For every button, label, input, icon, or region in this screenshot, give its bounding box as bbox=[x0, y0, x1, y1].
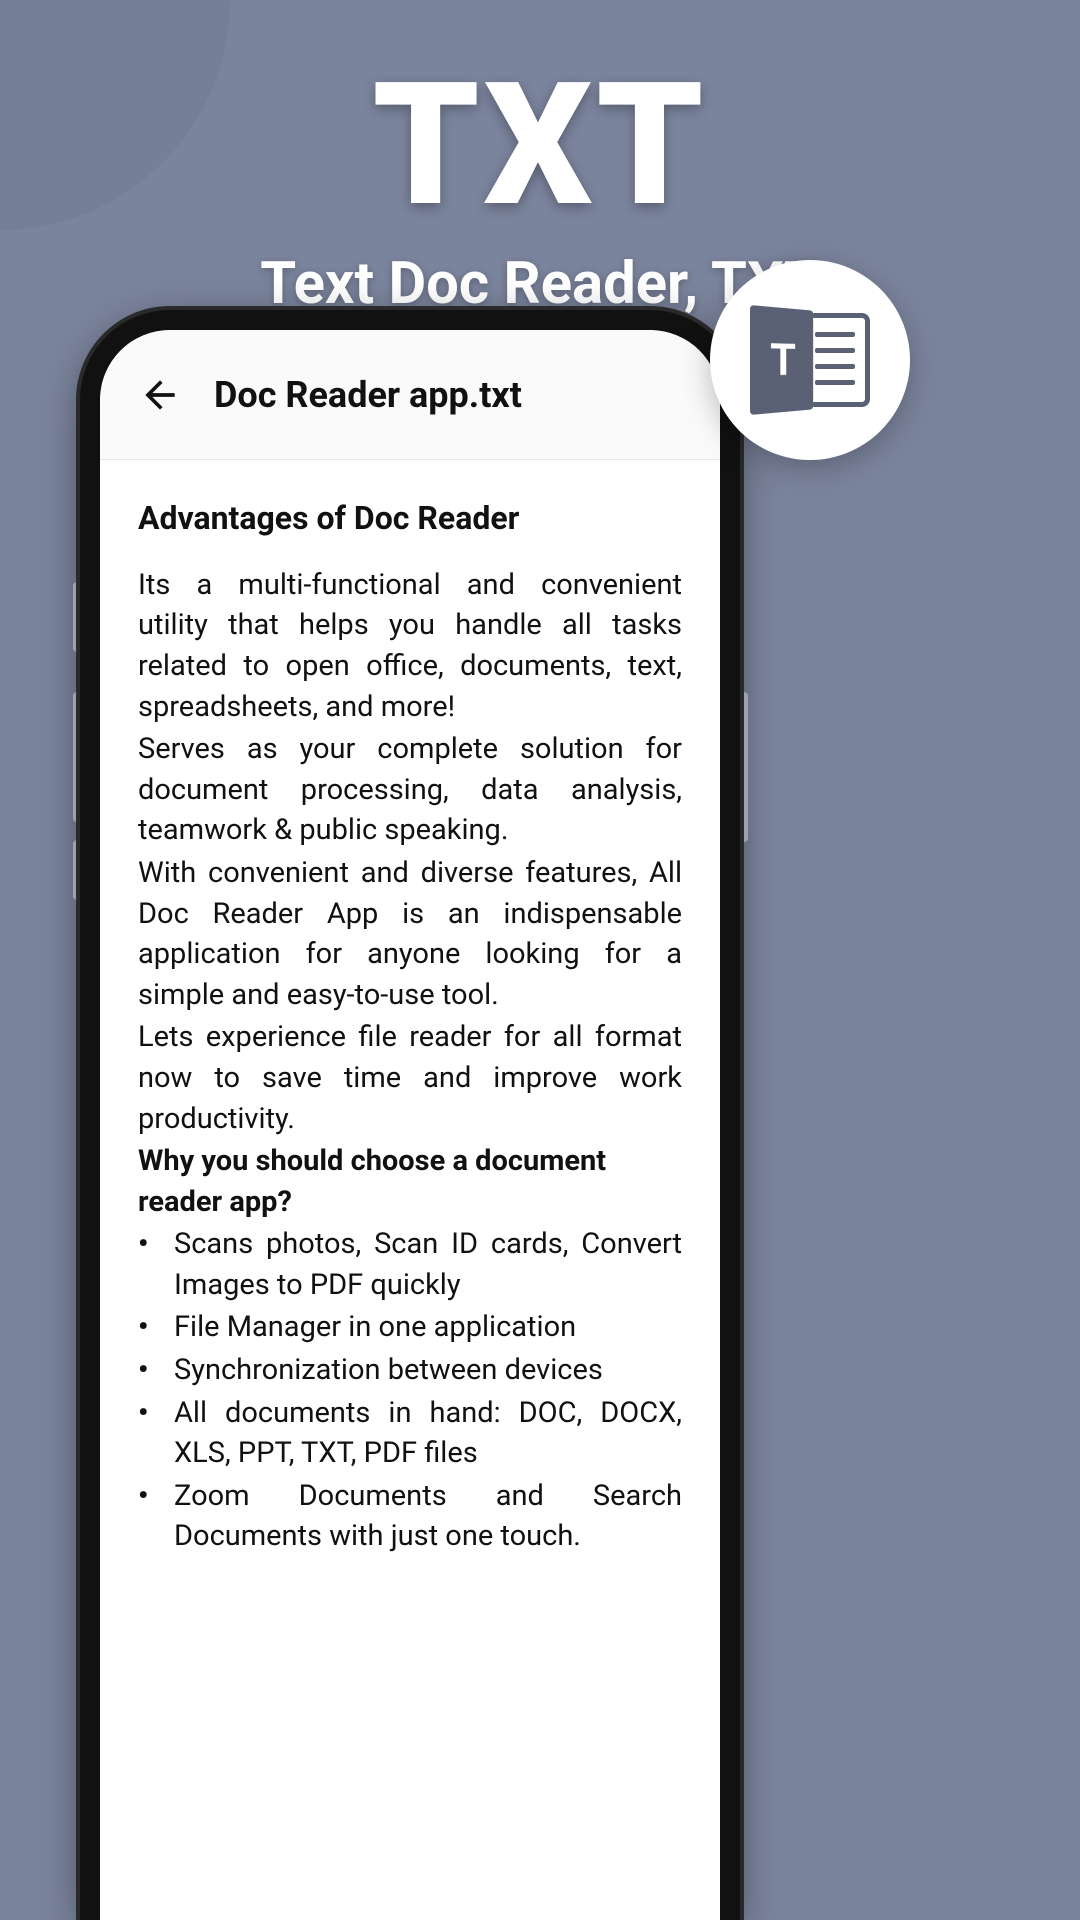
doc-bullet-item: Scans photos, Scan ID cards, Convert Ima… bbox=[138, 1224, 682, 1305]
doc-heading: Advantages of Doc Reader bbox=[138, 496, 682, 541]
doc-bullet-item: All documents in hand: DOC, DOCX, XLS, P… bbox=[138, 1393, 682, 1474]
phone-frame: Doc Reader app.txt Advantages of Doc Rea… bbox=[80, 310, 740, 1920]
doc-subheading: Why you should choose a document reader … bbox=[138, 1141, 682, 1222]
phone-screen: Doc Reader app.txt Advantages of Doc Rea… bbox=[100, 330, 720, 1920]
promo-subtitle: Text Doc Reader, TXT bbox=[0, 250, 1080, 318]
doc-bullet-item: Zoom Documents and Search Documents with… bbox=[138, 1476, 682, 1557]
app-badge-icon: T bbox=[750, 305, 870, 415]
doc-bullet-item: File Manager in one application bbox=[138, 1307, 682, 1348]
book-icon: T bbox=[750, 305, 813, 415]
line-icon bbox=[815, 348, 855, 353]
doc-paragraph: Serves as your complete solution for doc… bbox=[138, 729, 682, 851]
doc-paragraph: Lets experience file reader for all form… bbox=[138, 1017, 682, 1139]
line-icon bbox=[815, 364, 855, 369]
doc-paragraph: With convenient and diverse features, Al… bbox=[138, 853, 682, 1015]
app-badge: T bbox=[710, 260, 910, 460]
document-content[interactable]: Advantages of Doc Reader Its a multi-fun… bbox=[100, 460, 720, 1557]
doc-bullet-list: Scans photos, Scan ID cards, Convert Ima… bbox=[138, 1224, 682, 1557]
back-button[interactable] bbox=[130, 365, 190, 425]
app-header: Doc Reader app.txt bbox=[100, 330, 720, 460]
arrow-left-icon bbox=[138, 373, 182, 417]
badge-letter: T bbox=[771, 333, 796, 386]
doc-paragraph: Its a multi-functional and convenient ut… bbox=[138, 565, 682, 727]
line-icon bbox=[815, 380, 855, 385]
line-icon bbox=[815, 332, 855, 337]
doc-bullet-item: Synchronization between devices bbox=[138, 1350, 682, 1391]
promo-title: TXT bbox=[0, 60, 1080, 230]
promo-header: TXT Text Doc Reader, TXT bbox=[0, 60, 1080, 318]
file-title: Doc Reader app.txt bbox=[214, 374, 522, 416]
